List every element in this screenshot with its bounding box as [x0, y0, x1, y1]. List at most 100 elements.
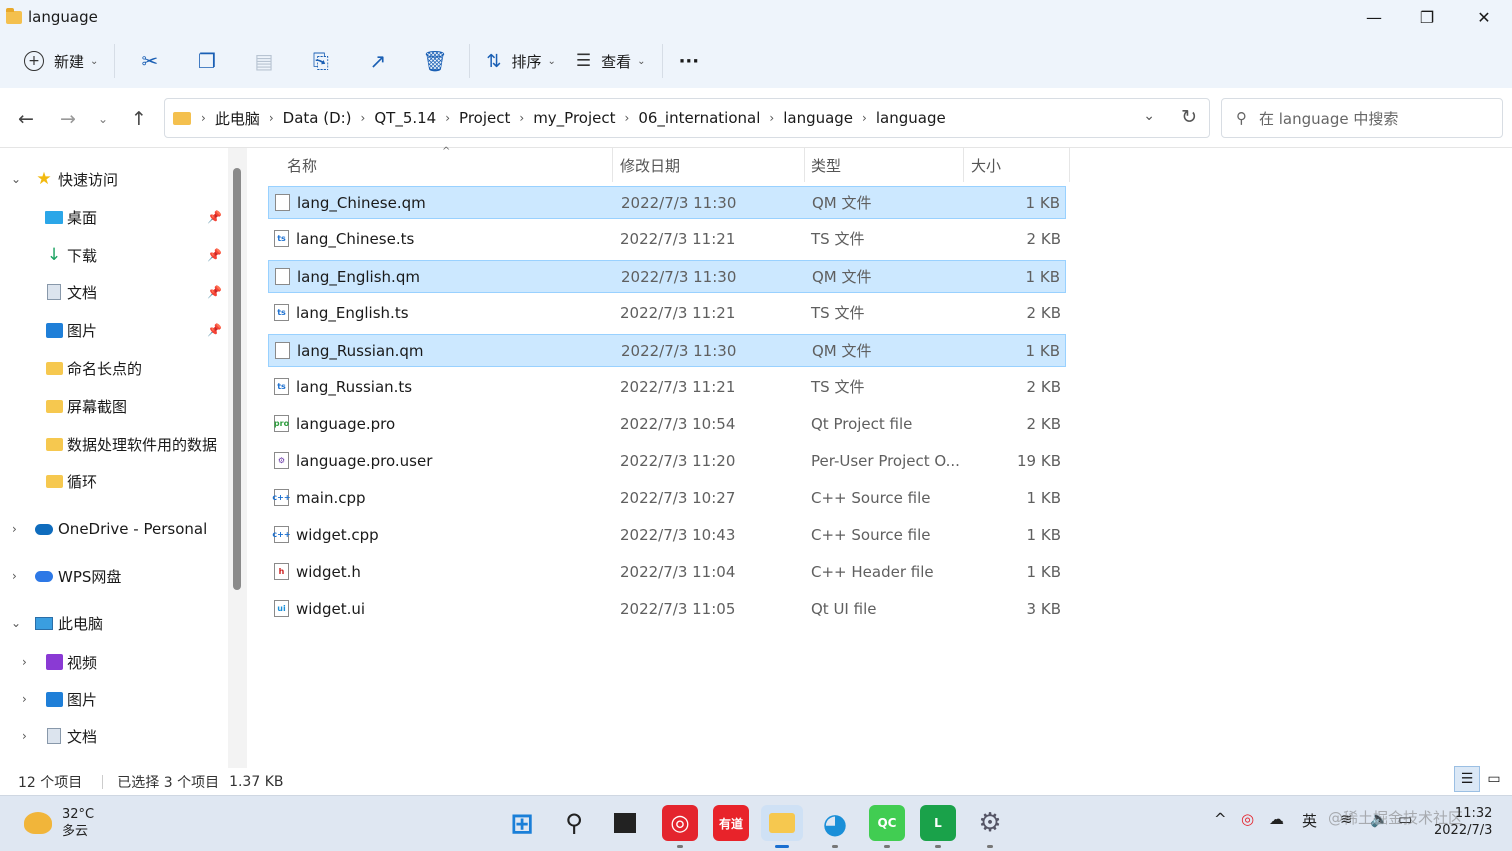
new-button[interactable]: + 新建 ⌄ — [14, 42, 108, 80]
sidebar-item-folder[interactable]: 屏幕截图 — [0, 389, 228, 423]
computer-icon — [35, 615, 53, 631]
table-row[interactable]: pro language.pro 2022/7/3 10:54 Qt Project … — [268, 408, 1066, 441]
qt-creator-icon[interactable]: QC — [869, 805, 905, 848]
sidebar-item-folder[interactable]: 命名长点的 — [0, 351, 228, 385]
column-divider[interactable] — [1069, 148, 1070, 182]
sidebar-item-wps[interactable]: › WPS网盘 — [0, 559, 228, 593]
table-row[interactable]: ui widget.ui 2022/7/3 11:05 Qt UI file 3 KB — [268, 593, 1066, 626]
pin-icon[interactable]: 📌 — [207, 323, 222, 337]
breadcrumb-item[interactable]: QT_5.14 — [374, 109, 436, 127]
chevron-right-icon[interactable]: › — [22, 655, 27, 669]
sidebar-item-downloads[interactable]: ↓ 下载 📌 — [0, 238, 228, 272]
table-row[interactable]: ⚙ language.pro.user 2022/7/3 11:20 Per-User… — [268, 445, 1066, 478]
sidebar-item-documents[interactable]: 文档 📌 — [0, 275, 228, 309]
table-row[interactable]: lang_Russian.qm 2022/7/3 11:30 QM 文件 1 KB — [268, 334, 1066, 367]
table-row[interactable]: ts lang_English.ts 2022/7/3 11:21 TS 文件 2 KB — [268, 297, 1066, 330]
search-icon[interactable]: ⚲ — [556, 805, 592, 841]
column-divider[interactable] — [963, 148, 964, 182]
breadcrumb-item[interactable]: 此电脑 — [215, 108, 260, 129]
chevron-right-icon[interactable]: › — [12, 569, 17, 583]
minimize-button[interactable]: — — [1346, 0, 1402, 34]
maximize-button[interactable]: ❐ — [1399, 0, 1455, 34]
edge-browser-icon[interactable]: ◕ — [817, 805, 853, 848]
recent-locations-chevron-icon[interactable]: ⌄ — [88, 104, 118, 134]
document-icon — [45, 728, 63, 744]
breadcrumb-item[interactable]: 06_international — [638, 109, 760, 127]
refresh-icon[interactable]: ↻ — [1181, 106, 1197, 128]
sidebar-item-documents[interactable]: › 文档 — [0, 719, 228, 753]
view-button[interactable]: ☰ 查看 ⌄ — [566, 42, 656, 80]
input-method-indicator[interactable]: 英 — [1302, 810, 1317, 831]
copy-icon[interactable]: ❐ — [178, 42, 235, 80]
table-row[interactable]: c++ widget.cpp 2022/7/3 10:43 C++ Source fi… — [268, 519, 1066, 552]
breadcrumb-item[interactable]: language — [783, 109, 853, 127]
sidebar-item-pictures[interactable]: 图片 📌 — [0, 313, 228, 347]
large-icons-view-icon[interactable]: ▭ — [1481, 766, 1507, 792]
pin-icon[interactable]: 📌 — [207, 248, 222, 262]
chevron-right-icon[interactable]: › — [22, 729, 27, 743]
system-clock[interactable]: 11:32 2022/7/3 — [1434, 805, 1492, 839]
sidebar-item-this-pc[interactable]: ⌄ 此电脑 — [0, 606, 228, 640]
sidebar-scrollbar[interactable] — [228, 148, 247, 768]
rename-icon[interactable]: ⎘ — [292, 42, 349, 80]
chevron-up-icon[interactable]: ^ — [1214, 810, 1227, 828]
table-row[interactable]: ts lang_Chinese.ts 2022/7/3 11:21 TS 文件 2 KB — [268, 223, 1066, 256]
table-row[interactable]: lang_English.qm 2022/7/3 11:30 QM 文件 1 KB — [268, 260, 1066, 293]
breadcrumb-item[interactable]: Project — [459, 109, 510, 127]
file-explorer-icon[interactable] — [761, 805, 803, 848]
column-divider[interactable] — [804, 148, 805, 182]
delete-icon[interactable]: 🗑 — [406, 42, 463, 80]
pin-icon[interactable]: 📌 — [207, 285, 222, 299]
column-header-size[interactable]: 大小 — [971, 148, 1001, 182]
weather-widget[interactable]: 32°C 多云 — [24, 806, 94, 840]
address-history-chevron-icon[interactable]: ⌄ — [1143, 108, 1155, 124]
onedrive-tray-icon[interactable]: ☁ — [1269, 810, 1284, 828]
column-header-type[interactable]: 类型 — [811, 148, 841, 182]
more-options-button[interactable]: ··· — [669, 42, 710, 80]
column-header-name[interactable]: 名称 — [287, 148, 317, 182]
column-header-date[interactable]: 修改日期 — [620, 148, 680, 182]
paste-icon[interactable]: ▤ — [235, 42, 292, 80]
file-date: 2022/7/3 11:04 — [620, 562, 736, 581]
terminal-app-icon[interactable] — [607, 805, 643, 841]
netease-tray-icon[interactable]: ◎ — [1241, 810, 1254, 828]
share-icon[interactable]: ↗ — [349, 42, 406, 80]
netease-music-icon[interactable]: ◎ — [662, 805, 698, 848]
weather-condition: 多云 — [62, 824, 89, 839]
sidebar-item-quick-access[interactable]: ⌄ ★ 快速访问 — [0, 162, 228, 196]
table-row[interactable]: lang_Chinese.qm 2022/7/3 11:30 QM 文件 1 KB — [268, 186, 1066, 219]
view-label: 查看 — [601, 52, 632, 71]
chevron-right-icon[interactable]: › — [22, 692, 27, 706]
sidebar-item-videos[interactable]: › 视频 — [0, 645, 228, 679]
chevron-down-icon[interactable]: ⌄ — [11, 172, 21, 186]
search-input[interactable]: ⚲ 在 language 中搜索 — [1221, 98, 1503, 138]
sidebar-item-folder[interactable]: 数据处理软件用的数据 — [0, 427, 228, 461]
sidebar-item-onedrive[interactable]: › OneDrive - Personal — [0, 512, 228, 546]
up-arrow-icon[interactable]: ↑ — [124, 104, 154, 134]
back-arrow-icon[interactable]: ← — [11, 104, 41, 134]
breadcrumb-item[interactable]: language — [876, 109, 946, 127]
settings-gear-icon[interactable]: ⚙ — [972, 805, 1008, 848]
sidebar-item-desktop[interactable]: 桌面 📌 — [0, 200, 228, 234]
table-row[interactable]: h widget.h 2022/7/3 11:04 C++ Header file 1 … — [268, 556, 1066, 589]
close-button[interactable]: ✕ — [1456, 0, 1512, 34]
chevron-down-icon[interactable]: ⌄ — [11, 616, 21, 630]
linguist-app-icon[interactable]: L — [920, 805, 956, 848]
sidebar-item-pictures[interactable]: › 图片 — [0, 682, 228, 716]
start-windows-icon[interactable]: ⊞ — [504, 805, 540, 841]
pin-icon[interactable]: 📌 — [207, 210, 222, 224]
scrollbar-thumb[interactable] — [233, 168, 241, 590]
address-bar[interactable]: › 此电脑 › Data (D:) › QT_5.14 › Project › … — [164, 98, 1210, 138]
breadcrumb-item[interactable]: Data (D:) — [283, 109, 352, 127]
column-divider[interactable] — [612, 148, 613, 182]
chevron-right-icon[interactable]: › — [12, 522, 17, 536]
sort-button[interactable]: ⇅ 排序 ⌄ — [476, 42, 566, 80]
table-row[interactable]: ts lang_Russian.ts 2022/7/3 11:21 TS 文件 2 KB — [268, 371, 1066, 404]
sidebar-item-folder[interactable]: 循环 — [0, 464, 228, 498]
breadcrumb-item[interactable]: my_Project — [533, 109, 615, 127]
table-row[interactable]: c++ main.cpp 2022/7/3 10:27 C++ Source file… — [268, 482, 1066, 515]
forward-arrow-icon[interactable]: → — [53, 104, 83, 134]
cut-icon[interactable]: ✂ — [121, 42, 178, 80]
details-view-icon[interactable]: ☰ — [1454, 766, 1480, 792]
youdao-dictionary-icon[interactable]: 有道 — [713, 805, 749, 841]
